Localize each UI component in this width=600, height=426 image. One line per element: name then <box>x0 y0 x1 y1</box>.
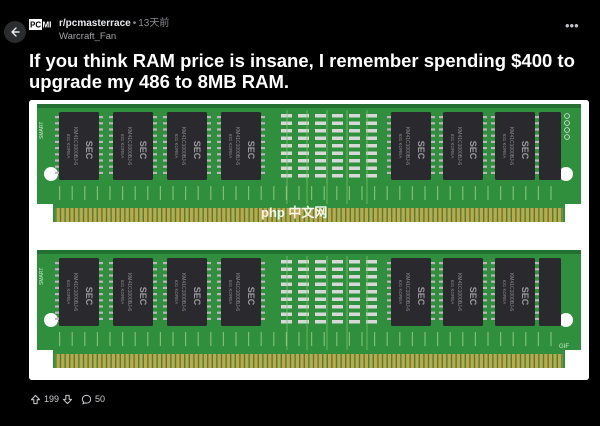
svg-text:KM41C1000BJ-6: KM41C1000BJ-6 <box>126 273 132 311</box>
memory-chip: SEC KM41C1000BJ-6631 KOREA <box>217 112 265 180</box>
svg-text:SEC: SEC <box>416 141 426 160</box>
svg-text:KM41C1000BJ-6: KM41C1000BJ-6 <box>508 273 514 311</box>
svg-text:SEC: SEC <box>138 141 148 160</box>
svg-text:SEC: SEC <box>84 141 94 160</box>
svg-text:SEC: SEC <box>192 141 202 160</box>
svg-text:631 KOREA: 631 KOREA <box>502 134 507 159</box>
memory-chip: SEC KM41C1000BJ-6631 KOREA <box>109 258 157 326</box>
back-button[interactable] <box>4 21 26 43</box>
svg-text:631 KOREA: 631 KOREA <box>120 134 125 159</box>
svg-text:KM41C1000BJ-6: KM41C1000BJ-6 <box>180 273 186 311</box>
memory-chip: SEC KM41C1000BJ-6631 KOREA <box>387 258 435 326</box>
post-meta: r/pcmasterrace • 13天前 <box>59 18 169 30</box>
author-link[interactable]: Warcraft_Fan <box>59 31 116 42</box>
mounting-hole <box>559 167 573 181</box>
stick-label-left: SMART <box>39 122 45 139</box>
stick-label-right: GIF <box>559 344 569 350</box>
memory-chip: SEC KM41C1000BJ-6631 KOREA <box>55 258 103 326</box>
post-actions: 199 50 <box>29 392 107 406</box>
memory-chip: SEC KM41C1000BJ-6631 KOREA <box>491 258 539 326</box>
svg-text:KM41C1000BJ-6: KM41C1000BJ-6 <box>508 127 514 165</box>
memory-chip <box>539 112 561 180</box>
svg-text:SEC: SEC <box>520 287 530 306</box>
comment-count: 50 <box>95 394 106 404</box>
svg-text:KM41C1000BJ-6: KM41C1000BJ-6 <box>72 127 78 165</box>
svg-text:KM41C1000BJ-6: KM41C1000BJ-6 <box>234 273 240 311</box>
svg-text:MR: MR <box>43 21 52 30</box>
memory-chip: SEC KM41C1000BJ-6631 KOREA <box>387 112 435 180</box>
svg-text:631 KOREA: 631 KOREA <box>174 280 179 305</box>
svg-text:KM41C1000BJ-6: KM41C1000BJ-6 <box>180 127 186 165</box>
subreddit-link[interactable]: r/pcmasterrace <box>59 18 131 29</box>
downvote-icon[interactable] <box>61 393 74 406</box>
svg-text:SEC: SEC <box>416 287 426 306</box>
mounting-hole <box>559 313 573 327</box>
comment-icon[interactable] <box>80 393 93 406</box>
svg-text:631 KOREA: 631 KOREA <box>66 134 71 159</box>
post-image[interactable]: SMART SEC KM41C1000BJ-6 631 KOREA SEC KM41C10… <box>29 100 589 380</box>
post-time: 13天前 <box>138 18 170 29</box>
subreddit-avatar-text: PC <box>30 21 41 30</box>
svg-text:SEC: SEC <box>468 287 478 306</box>
memory-chip: SEC KM41C1000BJ-6631 KOREA <box>491 112 539 180</box>
svg-text:631 KOREA: 631 KOREA <box>66 280 71 305</box>
meta-separator: • <box>132 18 137 29</box>
svg-text:KM41C1000BJ-6: KM41C1000BJ-6 <box>456 127 462 165</box>
memory-chip: SEC KM41C1000BJ-6631 KOREA <box>109 112 157 180</box>
svg-text:631 KOREA: 631 KOREA <box>398 134 403 159</box>
ram-photo: SMARTSECKM41C1000BJ-6631 KOREA SECKM41C10… <box>29 100 589 380</box>
svg-text:SEC: SEC <box>520 141 530 160</box>
svg-text:631 KOREA: 631 KOREA <box>450 134 455 159</box>
memory-chip: SEC KM41C1000BJ-6631 KOREA <box>217 258 265 326</box>
gold-contacts <box>55 354 563 368</box>
post-title[interactable]: If you think RAM price is insane, I reme… <box>29 50 589 92</box>
memory-chip: SEC KM41C1000BJ-6631 KOREA <box>163 112 211 180</box>
svg-text:631 KOREA: 631 KOREA <box>228 134 233 159</box>
svg-text:KM41C1000BJ-6: KM41C1000BJ-6 <box>234 127 240 165</box>
svg-text:631 KOREA: 631 KOREA <box>174 134 179 159</box>
memory-chip: SEC KM41C1000BJ-6631 KOREA <box>439 258 487 326</box>
svg-text:631 KOREA: 631 KOREA <box>398 280 403 305</box>
vote-count: 199 <box>44 394 60 404</box>
svg-text:631 KOREA: 631 KOREA <box>120 280 125 305</box>
svg-text:631 KOREA: 631 KOREA <box>228 280 233 305</box>
memory-chip: SEC KM41C1000BJ-6631 KOREA <box>439 112 487 180</box>
upvote-icon[interactable] <box>29 393 42 406</box>
memory-chip: SEC KM41C1000BJ-6631 KOREA <box>163 258 211 326</box>
ram-stick-bottom: SMARTGIFSECKM41C1000BJ-6631 KOREA SECKM41… <box>37 250 581 368</box>
svg-text:SEC: SEC <box>246 287 256 306</box>
stick-label-left: SMART <box>39 268 45 285</box>
memory-chip <box>539 258 561 326</box>
subreddit-avatar[interactable]: PC MR <box>29 18 51 31</box>
arrow-left-icon <box>11 27 20 37</box>
svg-text:631 KOREA: 631 KOREA <box>502 280 507 305</box>
svg-text:KM41C1000BJ-6: KM41C1000BJ-6 <box>72 273 78 311</box>
svg-text:SEC: SEC <box>192 287 202 306</box>
svg-text:SEC: SEC <box>246 141 256 160</box>
svg-text:SEC: SEC <box>468 141 478 160</box>
svg-text:SEC: SEC <box>138 287 148 306</box>
svg-text:SEC: SEC <box>84 287 94 306</box>
memory-chip: SEC KM41C1000BJ-6631 KOREA <box>55 112 103 180</box>
watermark-text: php 中文网 <box>261 205 327 220</box>
svg-text:631 KOREA: 631 KOREA <box>450 280 455 305</box>
svg-text:KM41C1000BJ-6: KM41C1000BJ-6 <box>456 273 462 311</box>
svg-text:KM41C1000BJ-6: KM41C1000BJ-6 <box>404 273 410 311</box>
more-options-icon[interactable]: ••• <box>565 19 579 32</box>
svg-text:KM41C1000BJ-6: KM41C1000BJ-6 <box>404 127 410 165</box>
svg-text:KM41C1000BJ-6: KM41C1000BJ-6 <box>126 127 132 165</box>
